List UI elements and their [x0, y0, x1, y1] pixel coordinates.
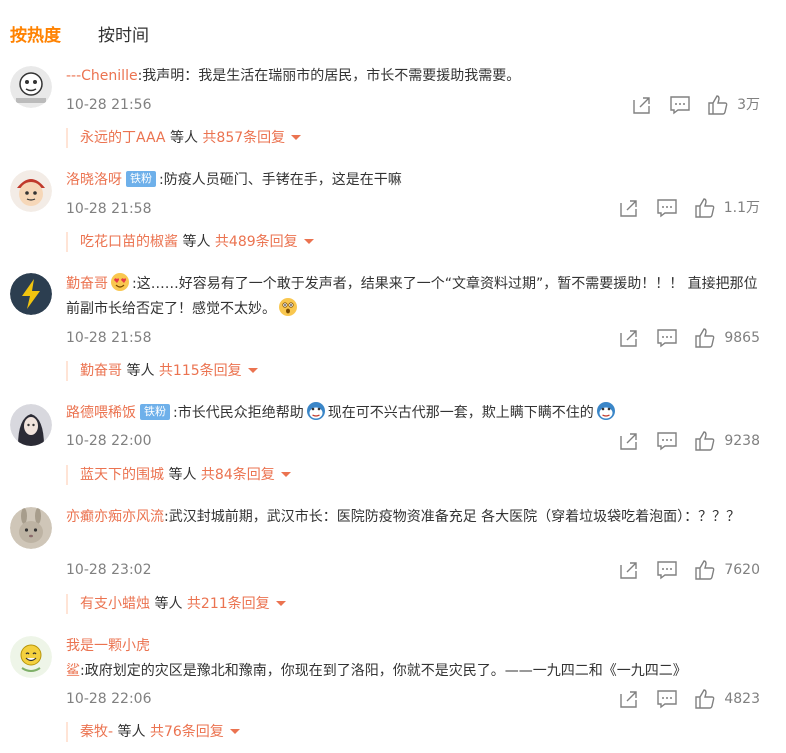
reply-summary[interactable]: 秦牧- 等人 共76条回复: [66, 722, 240, 742]
comment-icon[interactable]: [656, 688, 678, 710]
comment-actions: 4823: [618, 688, 760, 710]
comment-text: 我是一颗小虎鲨:政府划定的灾区是豫北和豫南，你现在到了洛阳，你就不是灾民了。——…: [66, 634, 768, 684]
chevron-down-icon[interactable]: [229, 729, 240, 734]
like-icon: [694, 688, 716, 710]
comment-item: 我是一颗小虎鲨:政府划定的灾区是豫北和豫南，你现在到了洛阳，你就不是灾民了。——…: [0, 0, 786, 753]
like-count: 4823: [724, 691, 760, 707]
reply-count[interactable]: 共76条回复: [150, 724, 224, 740]
reply-username[interactable]: 秦牧-: [80, 724, 113, 740]
comment-body: :政府划定的灾区是豫北和豫南，你现在到了洛阳，你就不是灾民了。——一九四二和《一…: [80, 663, 687, 679]
avatar[interactable]: [10, 636, 52, 678]
like-button[interactable]: 4823: [694, 688, 760, 710]
share-icon[interactable]: [618, 688, 640, 710]
reply-mid-text: 等人: [113, 724, 150, 740]
comment-time: 10-28 22:06: [66, 691, 152, 707]
